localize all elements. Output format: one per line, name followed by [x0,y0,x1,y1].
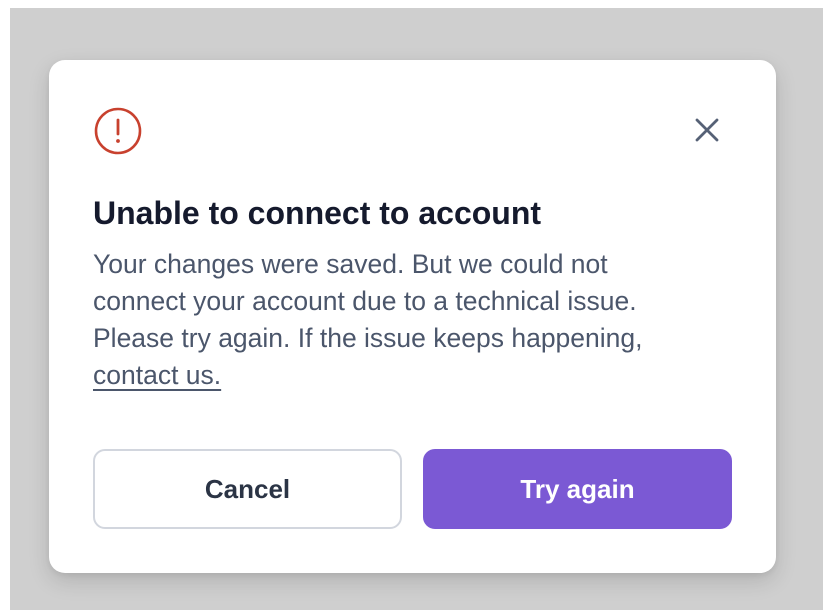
error-dialog: Unable to connect to account Your change… [49,60,776,573]
message-line: Your changes were saved. But we could no… [93,249,608,279]
contact-us-link[interactable]: contact us. [93,360,221,390]
dialog-message: Your changes were saved. But we could no… [93,246,743,394]
alert-circle-icon [94,107,142,155]
close-button[interactable] [687,110,727,150]
message-line: connect your account due to a technical … [93,286,637,316]
dialog-title: Unable to connect to account [93,195,542,231]
try-again-button[interactable]: Try again [423,449,732,529]
cancel-button[interactable]: Cancel [93,449,402,529]
message-line: Please try again. If the issue keeps hap… [93,323,643,353]
close-icon [695,118,719,142]
